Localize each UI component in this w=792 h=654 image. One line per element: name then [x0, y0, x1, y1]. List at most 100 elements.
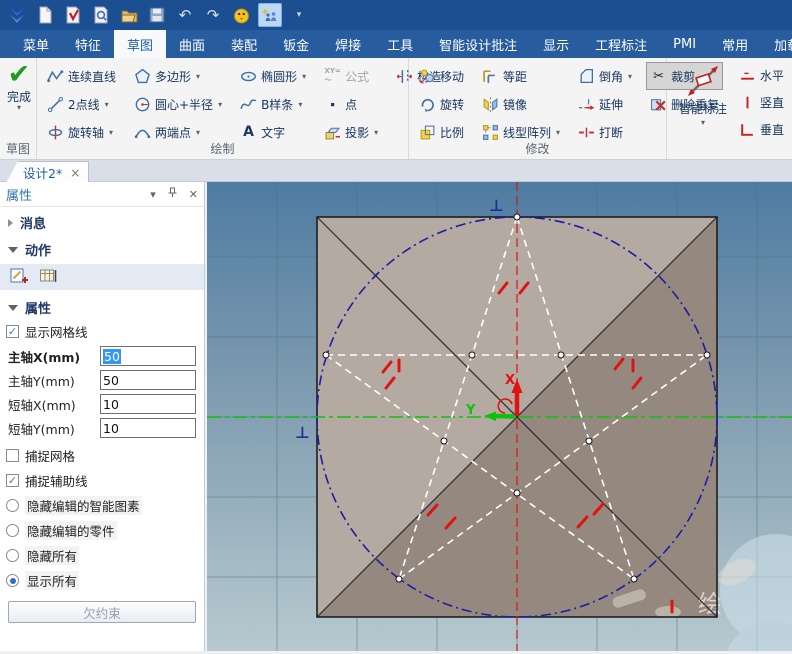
under-constrained-button[interactable]: 欠约束	[8, 601, 196, 623]
edit-table-action-icon[interactable]	[39, 267, 58, 288]
two-point-line-button[interactable]: 2点线	[43, 90, 120, 118]
perpendicular-dim-button[interactable]: 垂直	[735, 116, 788, 143]
tab-display[interactable]: 显示	[530, 30, 582, 58]
section-actions[interactable]: 动作	[0, 234, 204, 261]
ribbon-group-dimension: 智能标注 ▾ 水平 竖直 垂直	[667, 58, 792, 159]
move-button[interactable]: 移动	[415, 62, 468, 90]
hide-all-radio-row: 隐藏所有	[0, 543, 204, 568]
snap-guides-checkbox[interactable]: ✓	[6, 474, 19, 487]
x-axis-label: X	[505, 373, 515, 388]
tab-close-icon[interactable]: ×	[70, 166, 80, 180]
new-file-icon[interactable]	[34, 4, 56, 26]
tab-load[interactable]: 加载	[761, 30, 792, 58]
sketch-canvas[interactable]: 绘 X Y ⊥ ⊥	[207, 182, 792, 654]
group-label-modify: 修改	[525, 142, 550, 156]
offset-button[interactable]: 等距	[478, 62, 564, 90]
tab-common[interactable]: 常用	[709, 30, 761, 58]
ribbon-group-modify: 移动 旋转 比例 等距 镜像 线型阵列 ▾ 倒角 ▾ 延伸 打断 ✂ 裁剪 删除…	[409, 58, 724, 159]
document-tab-bar: 设计2* ×	[0, 160, 792, 183]
tab-engineering-dim[interactable]: 工程标注	[582, 30, 660, 58]
section-properties[interactable]: 属性	[0, 296, 204, 319]
menu-tab-bar: 菜单 特征 草图 曲面 装配 钣金 焊接 工具 智能设计批注 显示 工程标注 P…	[0, 30, 792, 58]
vertical-dim-button[interactable]: 竖直	[735, 89, 788, 116]
smart-pick-icon[interactable]	[258, 3, 282, 27]
assistant-icon[interactable]	[230, 4, 252, 26]
circle-center-radius-button[interactable]: 圆心+半径	[130, 90, 226, 118]
bspline-button[interactable]: B样条	[236, 90, 310, 118]
rotate-button[interactable]: 旋转	[415, 90, 468, 118]
expanded-triangle-icon	[8, 246, 18, 253]
two-point-line-icon	[47, 96, 64, 113]
major-x-input[interactable]: 50	[100, 346, 196, 366]
circle-icon	[134, 96, 151, 113]
hide-all-radio[interactable]	[6, 549, 19, 562]
hide-smart-elements-radio[interactable]	[6, 499, 19, 512]
panel-close-icon[interactable]: ✕	[189, 188, 198, 201]
section-messages[interactable]: 消息	[0, 207, 204, 234]
mirror-icon	[482, 96, 499, 113]
tab-sheetmetal[interactable]: 钣金	[270, 30, 322, 58]
undo-icon[interactable]: ↶	[174, 4, 196, 26]
app-logo-icon[interactable]	[6, 4, 28, 26]
minor-y-input[interactable]: 10	[100, 418, 196, 438]
minor-x-input[interactable]: 10	[100, 394, 196, 414]
snap-grid-checkbox-row: 捕捉网格	[0, 443, 204, 468]
snap-grid-checkbox[interactable]	[6, 449, 19, 462]
panel-title: 属性	[6, 188, 33, 204]
finish-caret-icon[interactable]: ▾	[17, 104, 21, 112]
ellipse-button[interactable]: 椭圆形	[236, 62, 310, 90]
open-folder-icon[interactable]	[118, 4, 140, 26]
edit-sketch-action-icon[interactable]	[10, 267, 29, 288]
chamfer-button[interactable]: 倒角	[574, 62, 636, 90]
smart-dimension-icon	[685, 62, 721, 100]
finish-check-icon[interactable]: ✔	[8, 61, 31, 88]
scale-icon	[419, 124, 436, 141]
tab-tools[interactable]: 工具	[374, 30, 426, 58]
tab-feature[interactable]: 特征	[62, 30, 114, 58]
panel-collapse-icon[interactable]: ▾	[150, 188, 156, 201]
hide-edited-parts-radio[interactable]	[6, 524, 19, 537]
collapsed-triangle-icon	[8, 218, 13, 227]
perpendicular-dim-icon	[739, 121, 756, 138]
show-all-radio[interactable]	[6, 574, 19, 587]
smart-dimension-caret-icon[interactable]: ▾	[701, 119, 705, 127]
ribbon: ✔ 完成 ▾ 草图 连续直线 2点线 旋转轴	[0, 58, 792, 160]
import-file-icon[interactable]	[62, 4, 84, 26]
panel-pin-icon[interactable]	[168, 187, 177, 201]
watermark-glyph: 绘	[698, 590, 722, 618]
hide-smart-elements-radio-row: 隐藏编辑的智能图素	[0, 493, 204, 518]
smart-dimension-button[interactable]: 智能标注 ▾	[673, 62, 733, 143]
formula-icon: XY= 〜	[324, 67, 341, 84]
tab-menu[interactable]: 菜单	[10, 30, 62, 58]
extend-button[interactable]: 延伸	[574, 90, 636, 118]
polyline-button[interactable]: 连续直线	[43, 62, 120, 90]
tab-assembly[interactable]: 装配	[218, 30, 270, 58]
point-button[interactable]: 点	[320, 90, 382, 118]
polygon-button[interactable]: 多边形	[130, 62, 226, 90]
tab-smart-annotation[interactable]: 智能设计批注	[426, 30, 530, 58]
tab-weld[interactable]: 焊接	[322, 30, 374, 58]
show-grid-checkbox[interactable]: ✓	[6, 325, 19, 338]
perpendicular-symbol-top: ⊥	[489, 196, 504, 215]
save-icon[interactable]	[146, 4, 168, 26]
redo-icon[interactable]: ↷	[202, 4, 224, 26]
sketch-drawing: 绘 X Y ⊥ ⊥	[207, 182, 792, 654]
delete-duplicate-icon	[650, 96, 667, 113]
minor-y-field-row: 短轴Y(mm) 10	[0, 416, 204, 440]
tab-surface[interactable]: 曲面	[166, 30, 218, 58]
major-y-input[interactable]: 50	[100, 370, 196, 390]
quick-access-more-icon[interactable]: ▾	[288, 4, 310, 26]
point-icon	[324, 96, 341, 113]
panel-header: 属性 ▾ ✕	[0, 182, 204, 207]
trim-scissors-icon: ✂	[653, 68, 665, 84]
tab-pmi[interactable]: PMI	[660, 30, 709, 58]
project-icon	[324, 124, 341, 141]
vertical-dim-icon	[739, 94, 756, 111]
rotate-icon	[419, 96, 436, 113]
tab-sketch[interactable]: 草图	[114, 30, 167, 58]
major-x-field-row: 主轴X(mm) 50	[0, 344, 204, 368]
mirror-button[interactable]: 镜像	[478, 90, 564, 118]
preview-icon[interactable]	[90, 4, 112, 26]
horizontal-dim-button[interactable]: 水平	[735, 62, 788, 89]
document-tab-design2[interactable]: 设计2* ×	[6, 161, 90, 183]
